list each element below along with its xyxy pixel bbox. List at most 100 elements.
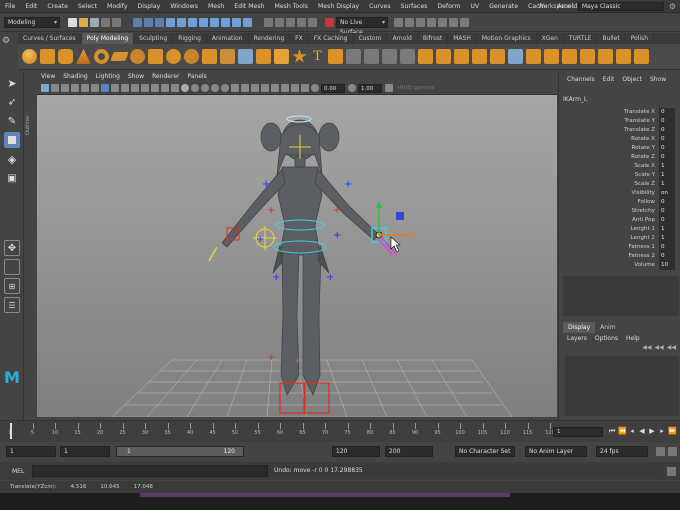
render-settings-icon[interactable] xyxy=(438,17,447,27)
menu-edit-mesh[interactable]: Edit Mesh xyxy=(229,0,269,13)
image-plane-icon[interactable] xyxy=(71,84,79,92)
uv-editor-icon[interactable] xyxy=(562,49,577,64)
attribute-value[interactable]: 0 xyxy=(659,108,675,117)
shelf-tab-xgen[interactable]: XGen xyxy=(537,33,564,44)
platonic-solid-icon[interactable] xyxy=(148,49,163,64)
snap-curve-icon[interactable] xyxy=(275,17,284,27)
star-icon[interactable] xyxy=(292,49,307,63)
wireframe-on-shaded-icon[interactable] xyxy=(191,84,199,92)
go-to-start-icon[interactable]: ⏮ xyxy=(608,427,616,436)
xray-active-icon[interactable] xyxy=(301,84,309,92)
channel-attribute-row[interactable]: Stretchy 0 xyxy=(559,207,677,216)
single-perspective-icon[interactable] xyxy=(4,259,20,275)
arnold-render-icon[interactable] xyxy=(460,17,469,27)
lasso-tool-icon[interactable]: ➶ xyxy=(4,94,20,110)
exposure-field[interactable]: 0.00 xyxy=(321,83,345,93)
select-hierarchy-icon[interactable] xyxy=(133,17,142,27)
channel-menu-edit[interactable]: Edit xyxy=(599,72,619,88)
snap-grid-icon[interactable] xyxy=(264,17,273,27)
menu-surfaces[interactable]: Surfaces xyxy=(396,0,433,13)
channel-attribute-row[interactable]: Rotate X0 xyxy=(559,135,677,144)
paint-select-icon[interactable]: ✎ xyxy=(4,113,20,129)
ambient-occlusion-icon[interactable] xyxy=(231,84,239,92)
select-tool-icon[interactable]: ➤ xyxy=(4,75,20,91)
resolution-gate-icon[interactable] xyxy=(121,84,129,92)
channel-attribute-row[interactable]: Volume 10 xyxy=(559,261,677,270)
anti-aliasing-icon[interactable] xyxy=(251,84,259,92)
select-camera-icon[interactable] xyxy=(41,84,49,92)
attribute-value[interactable]: 0 xyxy=(659,117,675,126)
render-current-icon[interactable] xyxy=(416,17,425,27)
viewport-3d[interactable]: + + + + + + + + + + xyxy=(37,95,557,417)
menu-windows[interactable]: Windows xyxy=(165,0,203,13)
shelf-tab-rendering[interactable]: Rendering xyxy=(249,33,291,44)
settings-icon[interactable]: ⚙ xyxy=(669,2,676,11)
step-forward-frame-icon[interactable]: ▸ xyxy=(658,427,666,436)
construction-history-icon[interactable] xyxy=(394,17,403,27)
viewport-scene[interactable]: + + + + + + + + + + xyxy=(37,95,557,417)
mask-surfaces-icon[interactable] xyxy=(199,17,208,27)
shadows-icon[interactable] xyxy=(221,84,229,92)
poly-cylinder-icon[interactable] xyxy=(58,49,73,64)
quad-draw-icon[interactable] xyxy=(508,49,523,64)
svg-icon[interactable] xyxy=(220,49,235,64)
channel-attribute-row[interactable]: Lenght 21 xyxy=(559,234,677,243)
attribute-value[interactable]: on xyxy=(659,189,675,198)
shelf-tab-bullet[interactable]: Bullet xyxy=(597,33,626,44)
attribute-value[interactable]: 0 xyxy=(659,207,675,216)
panel-menu-renderer[interactable]: Renderer xyxy=(148,72,183,82)
xray-joints-icon[interactable] xyxy=(291,84,299,92)
ipr-render-icon[interactable] xyxy=(427,17,436,27)
undo-icon[interactable] xyxy=(101,17,110,27)
mask-misc-icon[interactable] xyxy=(243,17,252,27)
current-frame-field[interactable]: 1 xyxy=(553,427,603,437)
attribute-value[interactable]: 1 xyxy=(659,234,675,243)
menu-create[interactable]: Create xyxy=(42,0,73,13)
playback-end-field[interactable]: 120 xyxy=(332,446,380,457)
fill-hole-icon[interactable] xyxy=(418,49,433,64)
panel-menu-panels[interactable]: Panels xyxy=(183,72,210,82)
step-forward-key-icon[interactable]: ⏩ xyxy=(668,427,677,436)
poly-sphere-icon[interactable] xyxy=(22,49,37,64)
mirror-icon[interactable] xyxy=(526,49,541,64)
field-chart-icon[interactable] xyxy=(141,84,149,92)
bevel-icon[interactable] xyxy=(346,49,361,64)
select-object-icon[interactable] xyxy=(144,17,153,27)
snap-point-icon[interactable] xyxy=(286,17,295,27)
channel-menu-object[interactable]: Object xyxy=(618,72,646,88)
mask-dynamics-icon[interactable] xyxy=(221,17,230,27)
safe-title-icon[interactable] xyxy=(161,84,169,92)
bridge-icon[interactable] xyxy=(364,49,379,64)
range-bar[interactable]: 1 120 xyxy=(116,446,244,457)
ik-foot-control-left[interactable] xyxy=(304,382,330,414)
attribute-value[interactable]: 0 xyxy=(659,126,675,135)
attribute-name[interactable]: Scale Y xyxy=(559,171,659,180)
menu-display[interactable]: Display xyxy=(133,0,166,13)
attribute-name[interactable]: Fatness 2 xyxy=(559,252,659,261)
channel-attribute-row[interactable]: Rotate Z0 xyxy=(559,153,677,162)
attribute-value[interactable]: 0 xyxy=(659,216,675,225)
step-back-key-icon[interactable]: ⏪ xyxy=(618,427,627,436)
textured-icon[interactable] xyxy=(201,84,209,92)
type-3d-icon[interactable] xyxy=(328,49,343,64)
outliner-side-label[interactable]: Outliner xyxy=(25,75,35,135)
attribute-value[interactable]: 0 xyxy=(659,243,675,252)
character-mesh[interactable] xyxy=(221,119,380,396)
animation-start-field[interactable]: 1 xyxy=(6,446,56,457)
character-set-dropdown[interactable]: No Character Set xyxy=(455,446,515,457)
grid-icon[interactable] xyxy=(101,84,109,92)
attribute-name[interactable]: Scale X xyxy=(559,162,659,171)
combine-icon[interactable] xyxy=(238,49,253,64)
channel-attribute-row[interactable]: Scale Z1 xyxy=(559,180,677,189)
animation-end-field[interactable]: 200 xyxy=(385,446,433,457)
anim-layer-dropdown[interactable]: No Anim Layer xyxy=(525,446,587,457)
attribute-name[interactable]: Rotate X xyxy=(559,135,659,144)
anim-preferences-icon[interactable] xyxy=(668,447,677,456)
attribute-value[interactable]: 0 xyxy=(659,252,675,261)
poly-cube-icon[interactable] xyxy=(40,49,55,64)
channel-attribute-row[interactable]: Translate Y0 xyxy=(559,117,677,126)
quadrangulate-icon[interactable] xyxy=(616,49,631,64)
fps-dropdown[interactable]: 24 fps xyxy=(596,446,648,457)
attribute-name[interactable]: Translate Y xyxy=(559,117,659,126)
layer-tab-display[interactable]: Display xyxy=(563,322,596,333)
